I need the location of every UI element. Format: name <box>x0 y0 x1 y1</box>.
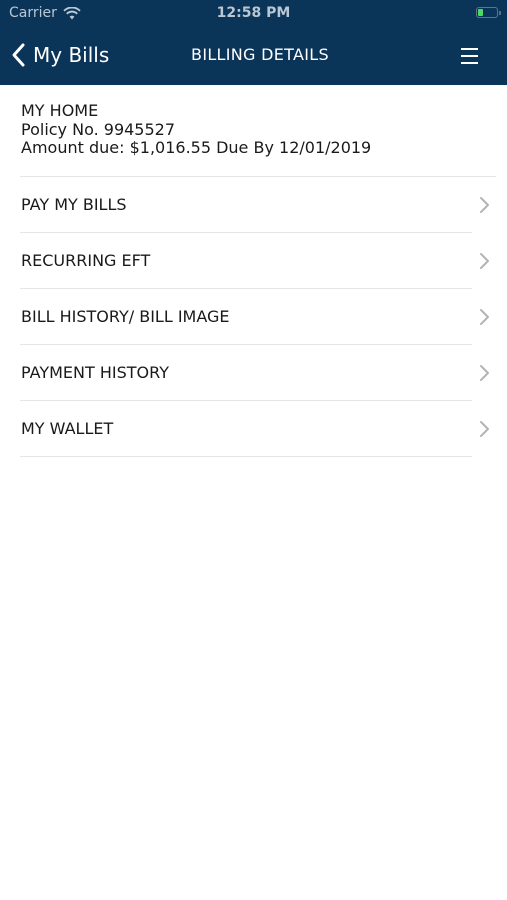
menu-item-pay-my-bills[interactable]: PAY MY BILLS <box>0 177 507 233</box>
battery-icon <box>476 7 501 18</box>
divider <box>20 456 472 457</box>
status-time: 12:58 PM <box>216 5 291 21</box>
policy-number: Policy No. 9945527 <box>21 119 176 139</box>
hamburger-menu-icon[interactable] <box>458 44 482 68</box>
back-label: My Bills <box>33 43 110 67</box>
menu-bar-middle <box>461 55 478 57</box>
menu-item-label: RECURRING EFT <box>21 251 151 270</box>
menu-item-label: MY WALLET <box>21 419 114 438</box>
battery-level <box>478 9 483 16</box>
chevron-left-icon <box>12 43 25 67</box>
chevron-right-icon <box>480 365 489 381</box>
chevron-right-icon <box>480 253 489 269</box>
battery-cap <box>499 11 501 15</box>
menu-item-bill-history[interactable]: BILL HISTORY/ BILL IMAGE <box>0 289 507 345</box>
menu-item-label: PAY MY BILLS <box>21 195 127 214</box>
policy-summary: MY HOME Policy No. 9945527 Amount due: $… <box>21 101 491 158</box>
status-bar: Carrier 12:58 PM <box>0 0 507 28</box>
menu-item-recurring-eft[interactable]: RECURRING EFT <box>0 233 507 289</box>
amount-due: Amount due: $1,016.55 Due By 12/01/2019 <box>21 138 372 157</box>
back-button[interactable]: My Bills <box>10 40 109 70</box>
chevron-right-icon <box>480 421 489 437</box>
chevron-right-icon <box>480 309 489 325</box>
menu-bar-bottom <box>461 62 478 64</box>
menu-item-my-wallet[interactable]: MY WALLET <box>0 401 507 457</box>
menu-item-label: BILL HISTORY/ BILL IMAGE <box>21 307 230 326</box>
policy-name: MY HOME <box>21 101 99 120</box>
menu-item-label: PAYMENT HISTORY <box>21 363 169 382</box>
billing-menu: PAY MY BILLS RECURRING EFT BILL HISTORY/… <box>0 177 507 457</box>
menu-bar-top <box>461 48 478 50</box>
chevron-right-icon <box>480 197 489 213</box>
menu-item-payment-history[interactable]: PAYMENT HISTORY <box>0 345 507 401</box>
header: Carrier 12:58 PM My Bills BILLING DETAIL… <box>0 0 507 85</box>
page-title: BILLING DETAILS <box>191 45 329 64</box>
